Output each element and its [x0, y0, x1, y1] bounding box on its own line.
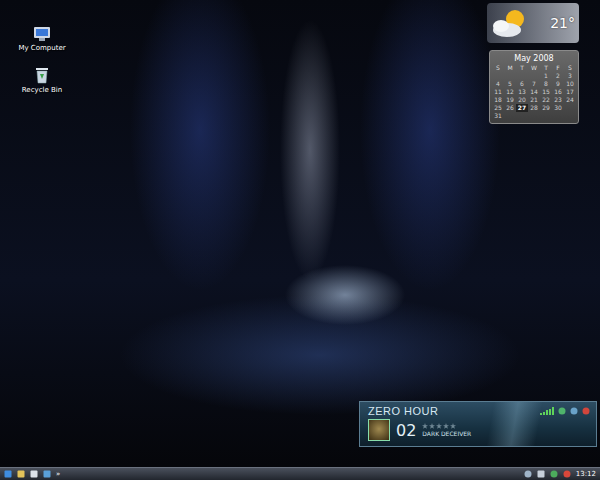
calendar-day[interactable]: 8 — [540, 80, 552, 88]
star-icon[interactable] — [443, 423, 449, 429]
calendar-day — [528, 112, 540, 120]
calendar-day[interactable]: 30 — [552, 104, 564, 112]
quick-launch-overflow[interactable]: » — [56, 469, 60, 479]
calendar-day[interactable]: 13 — [516, 88, 528, 96]
calendar-day[interactable]: 12 — [504, 88, 516, 96]
calendar-day[interactable]: 16 — [552, 88, 564, 96]
calendar-day[interactable]: 4 — [492, 80, 504, 88]
calendar-title: May 2008 — [492, 53, 576, 64]
calendar-day[interactable]: 14 — [528, 88, 540, 96]
star-icon[interactable] — [436, 423, 442, 429]
star-icon[interactable] — [450, 423, 456, 429]
calendar-day[interactable]: 2 — [552, 72, 564, 80]
volume-icon[interactable] — [558, 407, 566, 415]
calendar-day[interactable]: 20 — [516, 96, 528, 104]
desktop-icon-label[interactable]: My Computer — [18, 44, 65, 52]
calendar-day[interactable]: 25 — [492, 104, 504, 112]
weekday: S — [564, 64, 576, 72]
calendar-day — [516, 112, 528, 120]
album-art — [368, 419, 390, 441]
close-icon[interactable] — [582, 407, 590, 415]
weekday: F — [552, 64, 564, 72]
calendar-day[interactable]: 7 — [528, 80, 540, 88]
weekday: T — [540, 64, 552, 72]
calendar-day[interactable]: 18 — [492, 96, 504, 104]
desktop-icon[interactable]: Recycle Bin — [14, 66, 70, 94]
recycle-bin-icon — [34, 66, 50, 84]
calendar-day[interactable]: 31 — [492, 112, 504, 120]
calendar-day — [564, 112, 576, 120]
track-name: DARK DECEIVER — [422, 430, 471, 437]
calendar-day[interactable]: 22 — [540, 96, 552, 104]
signal-bars-icon — [540, 407, 554, 415]
desktop-icon-label[interactable]: Recycle Bin — [22, 86, 62, 94]
weather-widget[interactable]: 21° — [487, 3, 579, 43]
calendar-day[interactable]: 9 — [552, 80, 564, 88]
desktop-wallpaper: My ComputerRecycle Bin21°May 2008SMTWTFS… — [0, 0, 600, 467]
calendar-day — [504, 72, 516, 80]
calendar-day[interactable]: 26 — [504, 104, 516, 112]
calendar-day[interactable]: 19 — [504, 96, 516, 104]
calendar-day[interactable]: 1 — [540, 72, 552, 80]
monitor-icon[interactable] — [537, 470, 545, 478]
screen: My ComputerRecycle Bin21°May 2008SMTWTFS… — [0, 0, 600, 480]
calendar-day[interactable]: 27 — [516, 104, 528, 112]
media-player-widget: ZERO HOUR 02 DARK DECEIVER — [359, 401, 597, 447]
calendar-day[interactable]: 28 — [528, 104, 540, 112]
track-number: 02 — [396, 421, 416, 440]
settings-icon[interactable] — [570, 407, 578, 415]
calendar-day[interactable]: 23 — [552, 96, 564, 104]
star-icon[interactable] — [422, 423, 428, 429]
calendar-day — [492, 72, 504, 80]
weekday: S — [492, 64, 504, 72]
browser-icon[interactable] — [43, 470, 51, 478]
start-icon[interactable] — [4, 470, 12, 478]
calendar-day — [528, 72, 540, 80]
calendar-day — [516, 72, 528, 80]
calendar-day[interactable]: 24 — [564, 96, 576, 104]
calendar-widget[interactable]: May 2008SMTWTFS1234567891011121314151617… — [489, 50, 579, 124]
folder-icon[interactable] — [17, 470, 25, 478]
calendar-day[interactable]: 3 — [564, 72, 576, 80]
document-icon[interactable] — [30, 470, 38, 478]
weekday: T — [516, 64, 528, 72]
calendar-day — [540, 112, 552, 120]
shield-icon[interactable] — [550, 470, 558, 478]
calendar-day[interactable]: 6 — [516, 80, 528, 88]
taskbar: » 13:12 — [0, 467, 600, 480]
desktop-icon[interactable]: My Computer — [14, 26, 70, 52]
star-icon[interactable] — [429, 423, 435, 429]
sun-cloud-icon — [489, 6, 531, 40]
temperature: 21° — [550, 15, 575, 31]
calendar-day[interactable]: 29 — [540, 104, 552, 112]
calendar-day — [504, 112, 516, 120]
alert-icon[interactable] — [563, 470, 571, 478]
calendar-day[interactable]: 11 — [492, 88, 504, 96]
computer-icon — [33, 26, 51, 42]
desktop-icons: My Computer Recycle Bin — [14, 26, 70, 94]
weekday: W — [528, 64, 540, 72]
album-title: ZERO HOUR — [368, 405, 439, 417]
rating[interactable] — [422, 423, 471, 429]
calendar-day[interactable]: 21 — [528, 96, 540, 104]
calendar-day[interactable]: 5 — [504, 80, 516, 88]
calendar-day — [552, 112, 564, 120]
calendar-day[interactable]: 17 — [564, 88, 576, 96]
network-icon[interactable] — [524, 470, 532, 478]
calendar-day — [564, 104, 576, 112]
calendar-day[interactable]: 15 — [540, 88, 552, 96]
calendar-grid: SMTWTFS123456789101112131415161718192021… — [492, 64, 576, 120]
weekday: M — [504, 64, 516, 72]
clock[interactable]: 13:12 — [576, 469, 596, 479]
calendar-day[interactable]: 10 — [564, 80, 576, 88]
